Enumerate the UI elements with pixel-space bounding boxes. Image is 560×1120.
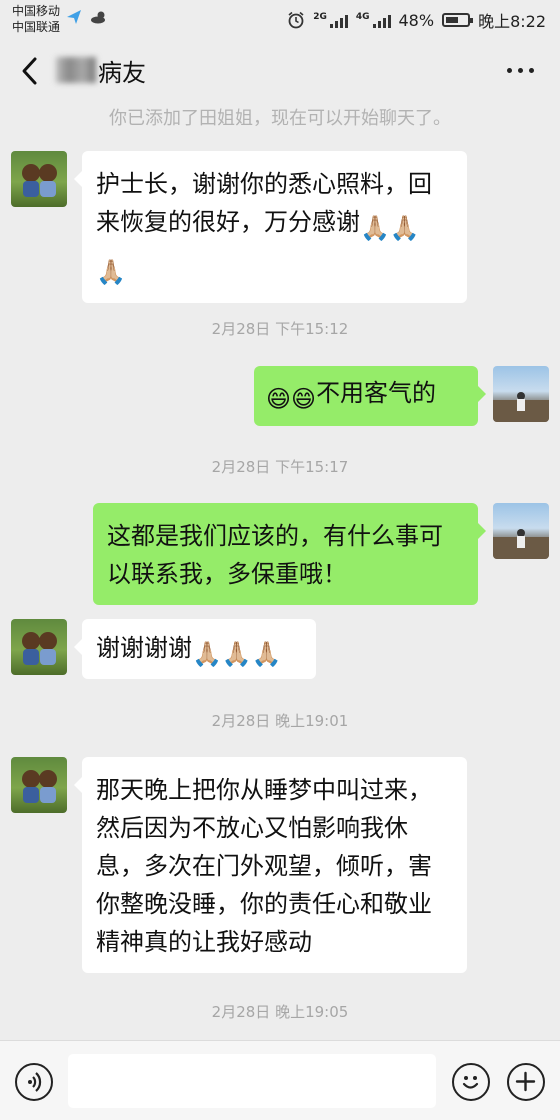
friend-avatar[interactable] bbox=[11, 151, 67, 207]
clock-time: 晚上8:22 bbox=[478, 12, 546, 31]
chat-title: 病友 bbox=[98, 58, 146, 87]
chat-header: 病友 bbox=[0, 38, 560, 104]
chat-input-bar bbox=[0, 1040, 560, 1120]
chevron-left-icon[interactable] bbox=[18, 56, 44, 86]
message-text: 谢谢谢谢 bbox=[96, 634, 192, 662]
message-input[interactable] bbox=[68, 1054, 436, 1108]
network-label-2: 4G bbox=[355, 12, 370, 22]
emoji-smile-icon[interactable] bbox=[452, 1063, 490, 1101]
signal-4g-icon: 4G bbox=[356, 12, 391, 28]
carrier-2: 中国联通 bbox=[12, 20, 61, 34]
signal-2g-icon: 2G bbox=[313, 12, 348, 28]
carrier-info: 中国移动 中国联通 bbox=[12, 3, 60, 35]
status-right: 2G 4G 48% 晚上8:22 bbox=[287, 8, 546, 32]
message-bubble-incoming[interactable]: 护士长，谢谢你的悉心照料，回来恢复的很好，万分感谢🙏🏼🙏🏼 🙏🏼 bbox=[74, 151, 467, 303]
friend-avatar-image bbox=[22, 164, 57, 197]
send-plane-icon bbox=[67, 10, 81, 24]
message-bubble-outgoing[interactable]: 😄😄不用客气的 bbox=[254, 366, 486, 426]
blurred-name-region bbox=[56, 57, 96, 83]
grinning-face-emoji: 😄 bbox=[266, 385, 292, 413]
message-text: 这都是我们应该的，有什么事可以联系我，多保重哦！ bbox=[107, 522, 443, 588]
battery-percent: 48% bbox=[398, 10, 435, 30]
message-bubble-incoming[interactable]: 那天晚上把你从睡梦中叫过来，然后因为不放心又怕影响我休息，多次在门外观望，倾听，… bbox=[74, 757, 467, 973]
message-text: 不用客气的 bbox=[316, 379, 437, 407]
weather-cloud-icon bbox=[91, 11, 105, 24]
carrier-1: 中国移动 bbox=[12, 4, 61, 18]
praying-hands-emoji: 🙏🏼 bbox=[251, 640, 282, 668]
friend-avatar-image bbox=[22, 770, 57, 803]
message-text: 那天晚上把你从睡梦中叫过来，然后因为不放心又怕影响我休息，多次在门外观望，倾听，… bbox=[96, 776, 432, 956]
voice-icon[interactable] bbox=[15, 1063, 53, 1101]
chat-message-list[interactable]: 你已添加了田姐姐，现在可以开始聊天了。 护士长，谢谢你的悉心照料，回来恢复的很好… bbox=[0, 104, 560, 1040]
praying-hands-emoji: 🙏🏼 bbox=[96, 258, 126, 286]
grinning-face-emoji: 😄 bbox=[291, 385, 317, 413]
more-dots-icon[interactable] bbox=[507, 68, 534, 73]
message-timestamp: 2月28日 晚上19:01 bbox=[211, 712, 349, 730]
friend-avatar[interactable] bbox=[11, 757, 67, 813]
friend-avatar-image bbox=[22, 632, 57, 665]
alarm-clock-icon bbox=[288, 11, 304, 29]
praying-hands-emoji: 🙏🏼 bbox=[360, 214, 390, 242]
praying-hands-emoji: 🙏🏼 bbox=[221, 640, 252, 668]
chat-title-wrap: 病友 bbox=[56, 53, 146, 87]
network-label-1: 2G bbox=[313, 12, 327, 22]
self-avatar-image bbox=[493, 529, 549, 559]
message-timestamp: 2月28日 下午15:12 bbox=[211, 320, 349, 338]
message-bubble-incoming[interactable]: 谢谢谢谢🙏🏼🙏🏼🙏🏼 bbox=[74, 619, 316, 679]
self-avatar[interactable] bbox=[493, 503, 549, 559]
plus-icon[interactable] bbox=[507, 1063, 545, 1101]
self-avatar[interactable] bbox=[493, 366, 549, 422]
system-note: 你已添加了田姐姐，现在可以开始聊天了。 bbox=[109, 108, 451, 129]
friend-avatar[interactable] bbox=[11, 619, 67, 675]
message-timestamp: 2月28日 下午15:17 bbox=[211, 458, 349, 476]
battery-icon bbox=[442, 13, 474, 27]
status-bar: 中国移动 中国联通 2G 4G 48% 晚上8:22 bbox=[0, 0, 560, 38]
status-notification-icons bbox=[66, 9, 108, 25]
message-bubble-outgoing[interactable]: 这都是我们应该的，有什么事可以联系我，多保重哦！ bbox=[93, 503, 486, 605]
praying-hands-emoji: 🙏🏼 bbox=[192, 640, 222, 668]
message-timestamp: 2月28日 晚上19:05 bbox=[211, 1003, 349, 1021]
praying-hands-emoji: 🙏🏼 bbox=[389, 214, 420, 242]
self-avatar-image bbox=[493, 392, 549, 422]
